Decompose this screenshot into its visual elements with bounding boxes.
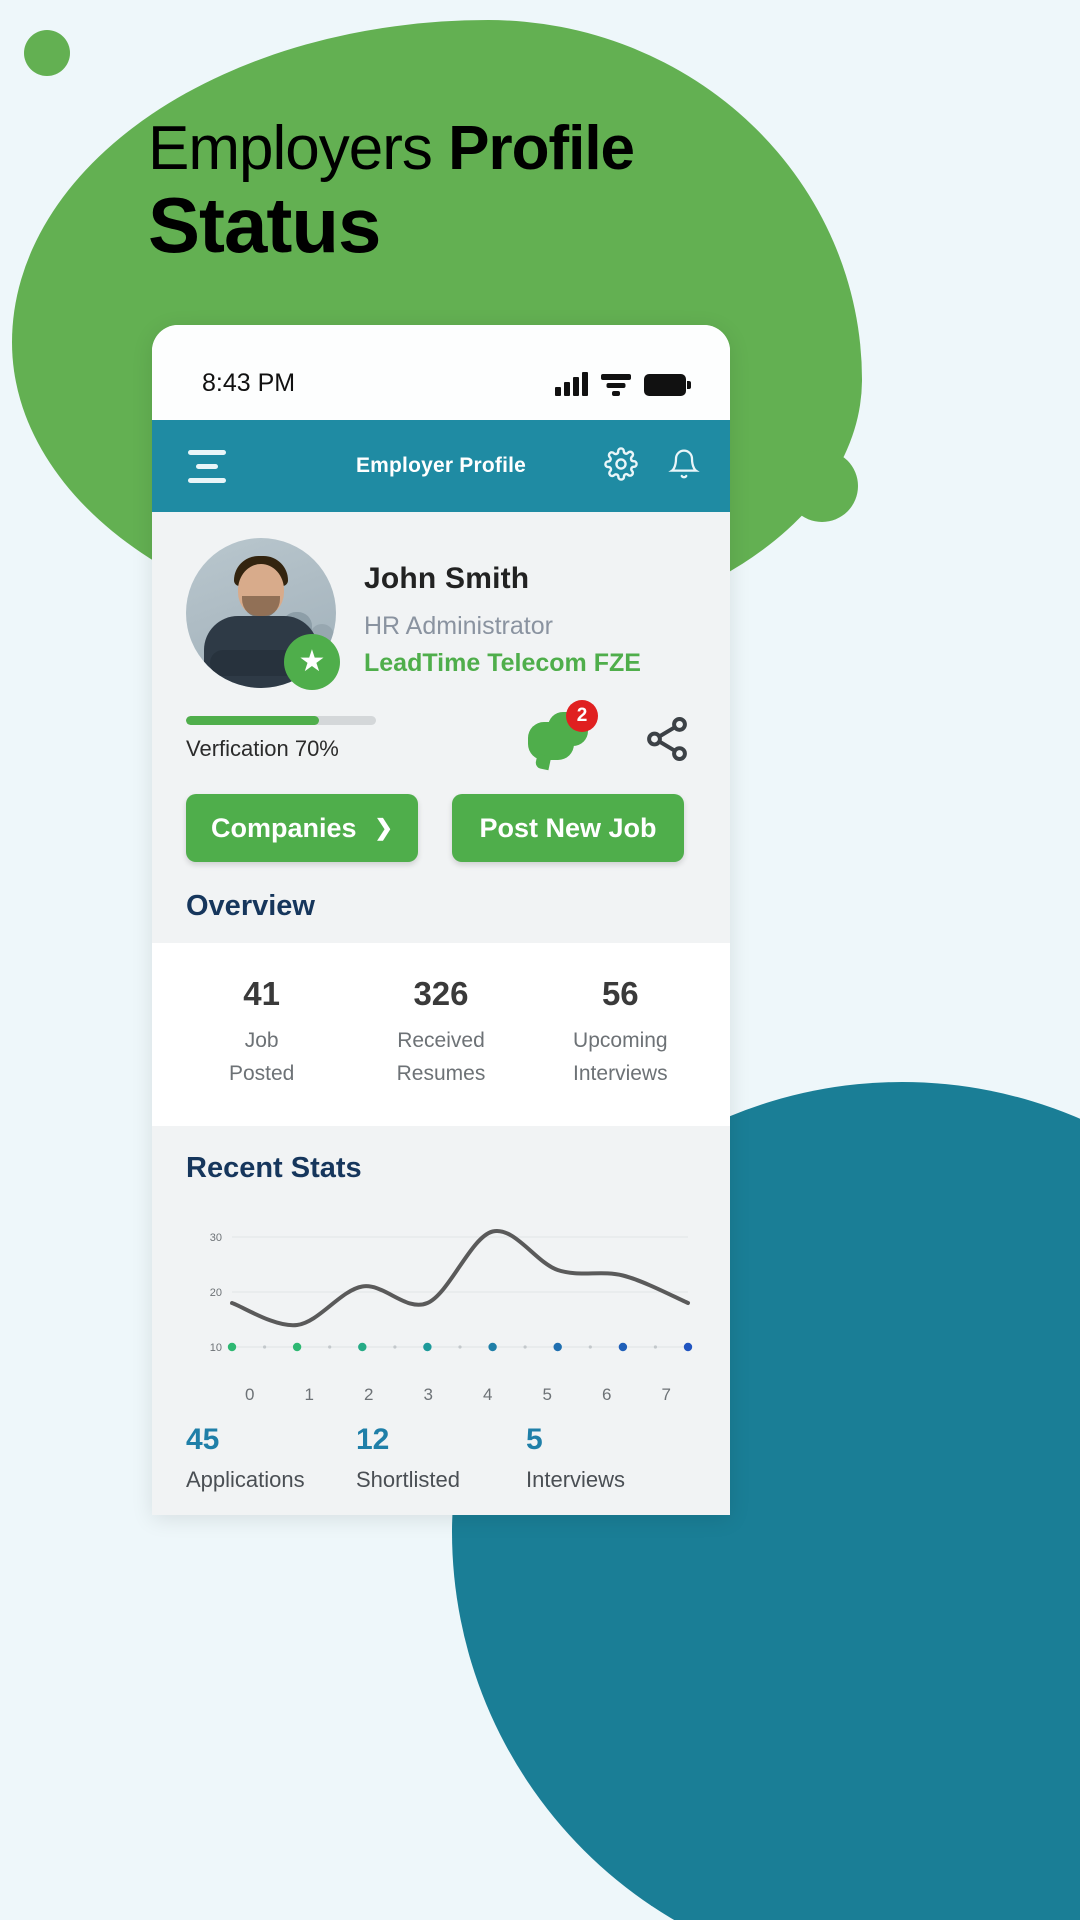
svg-text:10: 10 [210, 1342, 222, 1354]
profile-role: HR Administrator [364, 612, 553, 640]
recent-stat-item: 30 [186, 1513, 356, 1515]
app-screen: ★ John Smith HR Administrator LeadTime T… [152, 512, 730, 1515]
verification-progress-bar [186, 716, 376, 725]
recent-stat-item: 12 Shortlisted [356, 1423, 526, 1493]
recent-stat-value: 45 [186, 1423, 220, 1457]
status-bar-system-icons [555, 371, 691, 396]
recent-stat-item: 5 Interviews [526, 1423, 696, 1493]
bell-icon[interactable] [668, 448, 700, 485]
chart-x-tick: 3 [423, 1385, 433, 1405]
headline-line-2: Status [148, 181, 381, 269]
recent-stat-item [526, 1513, 696, 1515]
recent-stat-label: Applications [186, 1467, 305, 1493]
star-badge-icon: ★ [284, 634, 340, 690]
chat-bubbles-icon[interactable]: 2 [528, 700, 598, 768]
chart-x-tick: 1 [304, 1385, 314, 1405]
app-bar-actions [604, 446, 700, 486]
recent-stat-item: 45 Applications [186, 1423, 356, 1493]
action-buttons-row: Companies ❯ Post New Job [152, 768, 730, 862]
svg-text:30: 30 [210, 1232, 222, 1244]
overview-stat-label: Received Resumes [396, 1029, 486, 1085]
share-icon[interactable] [642, 714, 692, 764]
overview-stat-value: 56 [601, 975, 639, 1012]
recent-stats-figures: 45 Applications 12 Shortlisted 5 Intervi… [152, 1405, 730, 1515]
recent-stat-label: Shortlisted [356, 1467, 460, 1493]
companies-button-label: Companies [211, 812, 357, 843]
overview-stat-value: 41 [243, 975, 281, 1012]
verification-label: Verfication 70% [186, 736, 339, 761]
avatar-wrapper: ★ [186, 538, 340, 690]
verification-progress: Verfication 70% [186, 716, 376, 762]
overview-stat-item: 56 Upcoming Interviews [531, 975, 710, 1090]
overview-stat-item: 326 Received Resumes [351, 975, 530, 1090]
line-chart-svg: 10 20 30 [210, 1229, 693, 1354]
chart-x-tick: 7 [661, 1385, 671, 1405]
profile-section: ★ John Smith HR Administrator LeadTime T… [152, 512, 730, 690]
recent-stat-label: Interviews [526, 1467, 626, 1493]
hamburger-menu-icon[interactable] [188, 449, 230, 483]
battery-icon [644, 373, 691, 396]
status-bar: 8:43 PM [152, 325, 730, 420]
green-dot-small-decoration [24, 30, 70, 76]
recent-stats-row: 30 2 [186, 1513, 696, 1515]
post-new-job-label: Post New Job [479, 812, 657, 843]
phone-mockup: 8:43 PM Employer Profile ★ John Smith HR… [152, 325, 730, 1515]
recent-stat-value: 30 [186, 1513, 356, 1515]
overview-stat-item: 41 Job Posted [172, 975, 351, 1090]
chart-x-tick: 4 [483, 1385, 493, 1405]
overview-stat-label: Job Posted [228, 1029, 295, 1085]
profile-company: LeadTime Telecom FZE [364, 649, 641, 677]
chart-x-tick: 2 [364, 1385, 374, 1405]
chart-x-tick: 6 [602, 1385, 612, 1405]
recent-stats-title: Recent Stats [186, 1152, 362, 1185]
recent-stat-value: 2 [356, 1513, 526, 1515]
chart-x-tick: 5 [542, 1385, 552, 1405]
overview-card: 41 Job Posted 326 Received Resumes 56 Up… [152, 943, 730, 1127]
recent-stats-row: 45 Applications 12 Shortlisted 5 Intervi… [186, 1423, 696, 1493]
headline-line-1: Employers Profile [148, 118, 635, 180]
wifi-icon [601, 373, 631, 396]
recent-stat-value: 12 [356, 1423, 390, 1457]
overview-title: Overview [186, 890, 315, 922]
verification-row: Verfication 70% 2 [152, 688, 730, 768]
svg-text:20: 20 [210, 1287, 222, 1299]
signal-bars-icon [555, 371, 588, 396]
headline-bold-text: Profile [448, 114, 635, 183]
recent-stat-item: 2 [356, 1513, 526, 1515]
gear-icon[interactable] [604, 446, 638, 486]
chevron-down-icon: ❯ [374, 815, 393, 840]
green-dot-medium-decoration [786, 450, 858, 522]
overview-stat-label: Upcoming Interviews [573, 1029, 668, 1085]
headline-light-text: Employers [148, 114, 449, 183]
chart-x-tick: 0 [245, 1385, 255, 1405]
chart-x-axis-labels: 0 1 2 3 4 5 6 7 [186, 1385, 696, 1405]
poster-root: Employers Profile Status 8:43 PM Employe… [0, 0, 1080, 1920]
companies-dropdown-button[interactable]: Companies ❯ [186, 794, 418, 862]
app-bar: Employer Profile [152, 420, 730, 512]
profile-name: John Smith [364, 562, 530, 595]
profile-info: John Smith HR Administrator LeadTime Tel… [364, 538, 641, 678]
status-bar-clock: 8:43 PM [202, 369, 296, 397]
recent-stat-value: 5 [526, 1423, 543, 1457]
overview-stat-value: 326 [413, 975, 469, 1012]
poster-headline: Employers Profile Status [148, 118, 635, 269]
recent-stats-chart: 10 20 30 [186, 1201, 696, 1381]
post-new-job-button[interactable]: Post New Job [452, 794, 684, 862]
chat-unread-badge: 2 [566, 700, 598, 732]
recent-stats-card: Recent Stats 10 20 30 01234567 45 Applicat… [152, 1126, 730, 1515]
